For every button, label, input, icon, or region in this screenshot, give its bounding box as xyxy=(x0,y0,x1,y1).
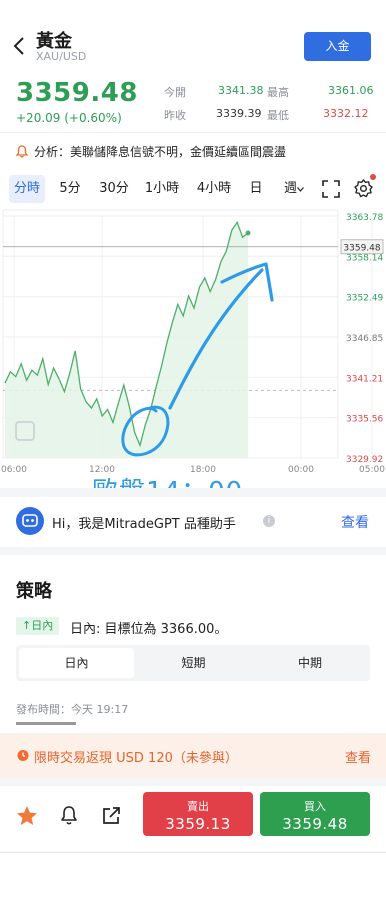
y-tick-label: 3352.49 xyxy=(346,294,383,304)
analysis-text: 分析：美聯儲降息信號不明，金價延續區間震盪 xyxy=(34,145,287,159)
price-chart[interactable]: 3363.78 3358.14 3352.49 3346.85 3341.21 3335.… xyxy=(0,208,386,488)
bell-icon[interactable] xyxy=(57,804,81,828)
segment-short-term[interactable]: 短期 xyxy=(135,648,252,678)
chevron-down-icon xyxy=(297,187,304,192)
segment-intraday[interactable]: 日內 xyxy=(19,648,134,678)
asset-symbol: XAU/USD xyxy=(36,50,87,63)
y-tick-label: 3363.78 xyxy=(346,213,383,223)
alarm-clock-icon xyxy=(17,750,29,761)
buy-button[interactable]: 買入 3359.48 xyxy=(260,792,370,836)
bottom-divider xyxy=(0,852,386,853)
prev-close-label: 昨收 xyxy=(164,109,186,122)
gear-icon[interactable] xyxy=(354,179,373,198)
analysis-row[interactable]: 分析：美聯儲降息信號不明，金價延續區間震盪 xyxy=(16,143,286,160)
tab-5min[interactable]: 5分 xyxy=(54,175,86,203)
publish-time: 發布時間：今天 19:17 xyxy=(16,703,129,716)
timeframe-tabs: 分時 5分 30分 1小時 4小時 日 週 xyxy=(0,175,386,203)
high-value: 3361.06 xyxy=(328,84,374,97)
segment-mid-term[interactable]: 中期 xyxy=(253,648,367,678)
promo-banner[interactable]: 限時交易返現 USD 120（未參與） 查看 xyxy=(0,733,386,777)
y-tick-label: 3335.56 xyxy=(346,415,383,425)
cut-off-text xyxy=(16,722,76,725)
x-tick-label: 00:00 xyxy=(288,465,314,475)
mitrade-gpt-logo-icon xyxy=(16,507,44,535)
low-label: 最低 xyxy=(267,109,289,122)
notification-dot xyxy=(370,174,376,180)
price-change: +20.09 (+0.60%) xyxy=(16,111,122,125)
fullscreen-icon[interactable] xyxy=(322,180,340,198)
open-label: 今開 xyxy=(164,86,186,99)
strategy-section: 策略 ↑日內 日內: 目標位為 3366.00。 日內 短期 中期 發布時間：今… xyxy=(0,555,386,725)
x-tick-label: 06:00 xyxy=(1,465,27,475)
current-price-tag-label: 3359.48 xyxy=(343,244,380,254)
section-gap xyxy=(0,488,386,497)
y-tick-label: 3329.92 xyxy=(346,455,383,465)
gpt-assistant-row[interactable]: Hi，我是MitradeGPT 品種助手 i 查看 xyxy=(0,497,386,547)
back-arrow-icon[interactable] xyxy=(12,36,26,56)
bell-alert-icon xyxy=(16,145,28,158)
promo-view-link[interactable]: 查看 xyxy=(345,747,371,766)
top-header: 黃金 XAU/USD 入金 xyxy=(0,0,386,75)
info-icon[interactable]: i xyxy=(263,515,275,527)
open-value: 3341.38 xyxy=(218,84,264,97)
gpt-view-link[interactable]: 查看 xyxy=(341,512,369,532)
tab-timeshare[interactable]: 分時 xyxy=(9,175,45,203)
tab-day[interactable]: 日 xyxy=(246,175,266,203)
strategy-segmented-control: 日內 短期 中期 xyxy=(16,645,370,681)
high-label: 最高 xyxy=(267,86,289,99)
current-price: 3359.48 xyxy=(16,78,138,108)
section-gap xyxy=(0,777,386,786)
y-tick-label: 3358.14 xyxy=(346,253,383,263)
low-value: 3332.12 xyxy=(323,107,369,120)
buy-price: 3359.48 xyxy=(282,815,348,833)
strategy-title: 策略 xyxy=(16,581,52,602)
prev-close-value: 3339.39 xyxy=(216,107,262,120)
sell-price: 3359.13 xyxy=(165,815,231,833)
sell-button[interactable]: 賣出 3359.13 xyxy=(143,792,253,836)
tab-week-label: 週 xyxy=(283,181,297,196)
sell-label: 賣出 xyxy=(187,800,209,813)
badge-label: 日內 xyxy=(31,619,54,632)
intraday-badge: ↑日內 xyxy=(16,617,60,635)
y-tick-label: 3341.21 xyxy=(346,374,383,384)
buy-label: 買入 xyxy=(304,800,326,813)
deposit-button[interactable]: 入金 xyxy=(304,32,371,61)
tab-week[interactable]: 週 xyxy=(280,175,308,203)
star-icon[interactable] xyxy=(15,804,39,828)
tab-4hour[interactable]: 4小時 xyxy=(193,175,235,203)
section-gap xyxy=(0,547,386,555)
gpt-greeting: Hi，我是MitradeGPT 品種助手 xyxy=(52,517,236,532)
share-icon[interactable] xyxy=(99,804,123,828)
y-tick-label: 3346.85 xyxy=(346,334,383,344)
divider xyxy=(0,132,386,133)
bottom-trade-bar: 賣出 3359.13 買入 3359.48 xyxy=(0,786,386,850)
x-tick-label: 05:00 xyxy=(359,465,385,475)
last-point xyxy=(245,230,251,236)
target-text: 日內: 目標位為 3366.00。 xyxy=(70,622,228,637)
tab-30min[interactable]: 30分 xyxy=(96,175,132,203)
promo-text: 限時交易返現 USD 120（未參與） xyxy=(34,751,238,766)
tab-1hour[interactable]: 1小時 xyxy=(143,175,181,203)
